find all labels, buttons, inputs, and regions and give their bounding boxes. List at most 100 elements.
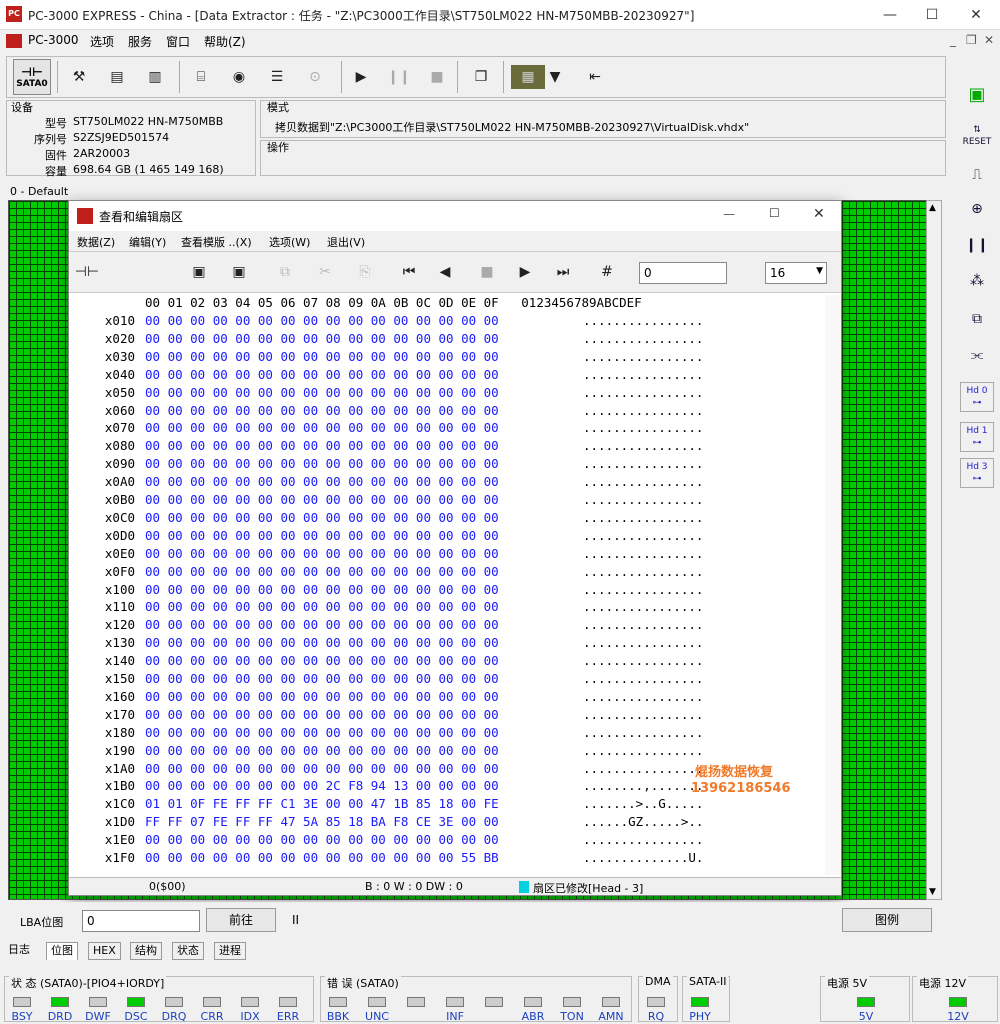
row-ascii[interactable]: ................ (583, 761, 703, 776)
row-ascii[interactable]: ................ (583, 725, 703, 740)
row-hex-bytes[interactable]: 00 00 00 00 00 00 00 00 00 00 00 00 00 0… (145, 546, 499, 561)
row-hex-bytes[interactable]: 00 00 00 00 00 00 00 00 00 00 00 00 00 0… (145, 761, 499, 776)
row-ascii[interactable]: ................ (583, 456, 703, 471)
row-hex-bytes[interactable]: 00 00 00 00 00 00 00 00 00 00 00 00 00 0… (145, 528, 499, 543)
lba-pause-button[interactable]: II (292, 913, 299, 927)
row-hex-bytes[interactable]: 00 00 00 00 00 00 00 00 00 00 00 00 00 0… (145, 367, 499, 382)
scroll-up-icon[interactable]: ▲ (929, 203, 936, 213)
tab-hex[interactable]: HEX (88, 942, 121, 960)
menu-options[interactable]: 选项 (90, 33, 114, 50)
row-hex-bytes[interactable]: 00 00 00 00 00 00 00 00 00 00 00 00 00 0… (145, 850, 499, 865)
dialog-minimize-icon[interactable]: — (723, 207, 735, 221)
sata-small-icon[interactable]: ⊣⊢ (73, 258, 101, 286)
row-hex-bytes[interactable]: 01 01 0F FE FF FF C1 3E 00 00 47 1B 85 1… (145, 796, 499, 811)
smart-icon[interactable]: ▥ (141, 63, 169, 91)
dialog-close-icon[interactable]: ✕ (813, 206, 825, 222)
head-1-button[interactable]: Hd 1 ⊶ (960, 422, 994, 452)
row-ascii[interactable]: ................ (583, 599, 703, 614)
maximize-button[interactable]: ☐ (912, 4, 952, 26)
tab-process[interactable]: 进程 (214, 942, 246, 960)
save-as-icon[interactable]: ▣ (225, 258, 253, 286)
minimize-button[interactable]: — (870, 4, 910, 26)
binoculars-icon[interactable]: ◉ (225, 63, 253, 91)
row-hex-bytes[interactable]: 00 00 00 00 00 00 00 00 00 00 00 00 00 0… (145, 671, 499, 686)
tab-bitmap[interactable]: 位图 (46, 942, 78, 960)
row-ascii[interactable]: ................ (583, 689, 703, 704)
play-icon[interactable]: ▶ (347, 63, 375, 91)
row-hex-bytes[interactable]: 00 00 00 00 00 00 00 00 00 00 00 00 00 0… (145, 492, 499, 507)
row-ascii[interactable]: ................ (583, 420, 703, 435)
tab-status[interactable]: 状态 (172, 942, 204, 960)
row-hex-bytes[interactable]: 00 00 00 00 00 00 00 00 00 00 00 00 00 0… (145, 438, 499, 453)
row-hex-bytes[interactable]: 00 00 00 00 00 00 00 00 2C F8 94 13 00 0… (145, 778, 499, 793)
row-hex-bytes[interactable]: 00 00 00 00 00 00 00 00 00 00 00 00 00 0… (145, 725, 499, 740)
map-scrollbar[interactable]: ▲ ▼ (926, 200, 942, 900)
connector-icon[interactable]: ⫘ (960, 340, 994, 370)
row-ascii[interactable]: ................ (583, 743, 703, 758)
power-icon[interactable]: ⎍ (960, 160, 994, 190)
row-ascii[interactable]: ................ (583, 510, 703, 525)
tab-structure[interactable]: 结构 (130, 942, 162, 960)
pin-icon[interactable]: ⊕ (960, 194, 994, 224)
row-ascii[interactable]: .......>..G..... (583, 796, 703, 811)
offset-input[interactable]: 0 (639, 262, 727, 284)
row-ascii[interactable]: ..............U. (583, 850, 703, 865)
row-ascii[interactable]: ................ (583, 582, 703, 597)
row-hex-bytes[interactable]: 00 00 00 00 00 00 00 00 00 00 00 00 00 0… (145, 564, 499, 579)
sata-port-button[interactable]: ⊣⊢ SATA0 (13, 59, 51, 95)
hex-scrollbar[interactable] (825, 295, 841, 875)
save-icon[interactable]: ▣ (185, 258, 213, 286)
row-hex-bytes[interactable]: 00 00 00 00 00 00 00 00 00 00 00 00 00 0… (145, 331, 499, 346)
row-ascii[interactable]: ................ (583, 349, 703, 364)
row-ascii[interactable]: ................ (583, 546, 703, 561)
image-view-icon[interactable]: ▦ (511, 65, 545, 89)
tools-icon[interactable]: ⚒ (65, 63, 93, 91)
row-hex-bytes[interactable]: 00 00 00 00 00 00 00 00 00 00 00 00 00 0… (145, 510, 499, 525)
mdi-minimize-icon[interactable]: _ (950, 33, 956, 47)
row-ascii[interactable]: ................ (583, 528, 703, 543)
row-ascii[interactable]: ................ (583, 707, 703, 722)
row-ascii[interactable]: ........,....... (583, 778, 703, 793)
row-hex-bytes[interactable]: 00 00 00 00 00 00 00 00 00 00 00 00 00 0… (145, 456, 499, 471)
dialog-maximize-icon[interactable]: ☐ (769, 206, 780, 220)
row-hex-bytes[interactable]: FF FF 07 FE FF FF 47 5A 85 18 BA F8 CE 3… (145, 814, 499, 829)
menu-help[interactable]: 帮助(Z) (204, 33, 246, 50)
row-ascii[interactable]: ................ (583, 367, 703, 382)
menu-service[interactable]: 服务 (128, 33, 152, 50)
row-ascii[interactable]: ................ (583, 635, 703, 650)
dialog-menu-data[interactable]: 数据(Z) (77, 234, 115, 250)
row-hex-bytes[interactable]: 00 00 00 00 00 00 00 00 00 00 00 00 00 0… (145, 599, 499, 614)
next-sector-icon[interactable]: ▶ (511, 258, 539, 286)
app-menu-icon[interactable] (6, 34, 22, 48)
base-select[interactable]: 16 ▼ (765, 262, 827, 284)
row-hex-bytes[interactable]: 00 00 00 00 00 00 00 00 00 00 00 00 00 0… (145, 653, 499, 668)
row-ascii[interactable]: ................ (583, 313, 703, 328)
row-hex-bytes[interactable]: 00 00 00 00 00 00 00 00 00 00 00 00 00 0… (145, 474, 499, 489)
row-ascii[interactable]: ................ (583, 832, 703, 847)
row-hex-bytes[interactable]: 00 00 00 00 00 00 00 00 00 00 00 00 00 0… (145, 582, 499, 597)
row-ascii[interactable]: ................ (583, 671, 703, 686)
mdi-restore-icon[interactable]: ❐ (966, 33, 977, 47)
hex-view[interactable]: 00 01 02 03 04 05 06 07 08 09 0A 0B 0C 0… (71, 295, 825, 875)
row-ascii[interactable]: ................ (583, 403, 703, 418)
exit-icon[interactable]: ⇤ (581, 63, 609, 91)
scroll-down-icon[interactable]: ▼ (929, 887, 936, 897)
counter-icon[interactable]: ⁂ (960, 266, 994, 296)
chevron-down-icon[interactable]: ▼ (547, 63, 563, 91)
row-hex-bytes[interactable]: 00 00 00 00 00 00 00 00 00 00 00 00 00 0… (145, 689, 499, 704)
tab-log[interactable]: 日志 (4, 942, 34, 960)
row-ascii[interactable]: ................ (583, 653, 703, 668)
row-ascii[interactable]: ................ (583, 617, 703, 632)
row-hex-bytes[interactable]: 00 00 00 00 00 00 00 00 00 00 00 00 00 0… (145, 420, 499, 435)
row-ascii[interactable]: ................ (583, 385, 703, 400)
row-hex-bytes[interactable]: 00 00 00 00 00 00 00 00 00 00 00 00 00 0… (145, 635, 499, 650)
test-icon[interactable]: ⌸ (187, 63, 215, 91)
row-hex-bytes[interactable]: 00 00 00 00 00 00 00 00 00 00 00 00 00 0… (145, 385, 499, 400)
dialog-menu-edit[interactable]: 编辑(Y) (129, 234, 166, 250)
head-3-button[interactable]: Hd 3 ⊶ (960, 458, 994, 488)
close-button[interactable]: ✕ (956, 4, 996, 26)
lba-input[interactable]: 0 (82, 910, 200, 932)
row-hex-bytes[interactable]: 00 00 00 00 00 00 00 00 00 00 00 00 00 0… (145, 617, 499, 632)
row-hex-bytes[interactable]: 00 00 00 00 00 00 00 00 00 00 00 00 00 0… (145, 707, 499, 722)
row-hex-bytes[interactable]: 00 00 00 00 00 00 00 00 00 00 00 00 00 0… (145, 403, 499, 418)
